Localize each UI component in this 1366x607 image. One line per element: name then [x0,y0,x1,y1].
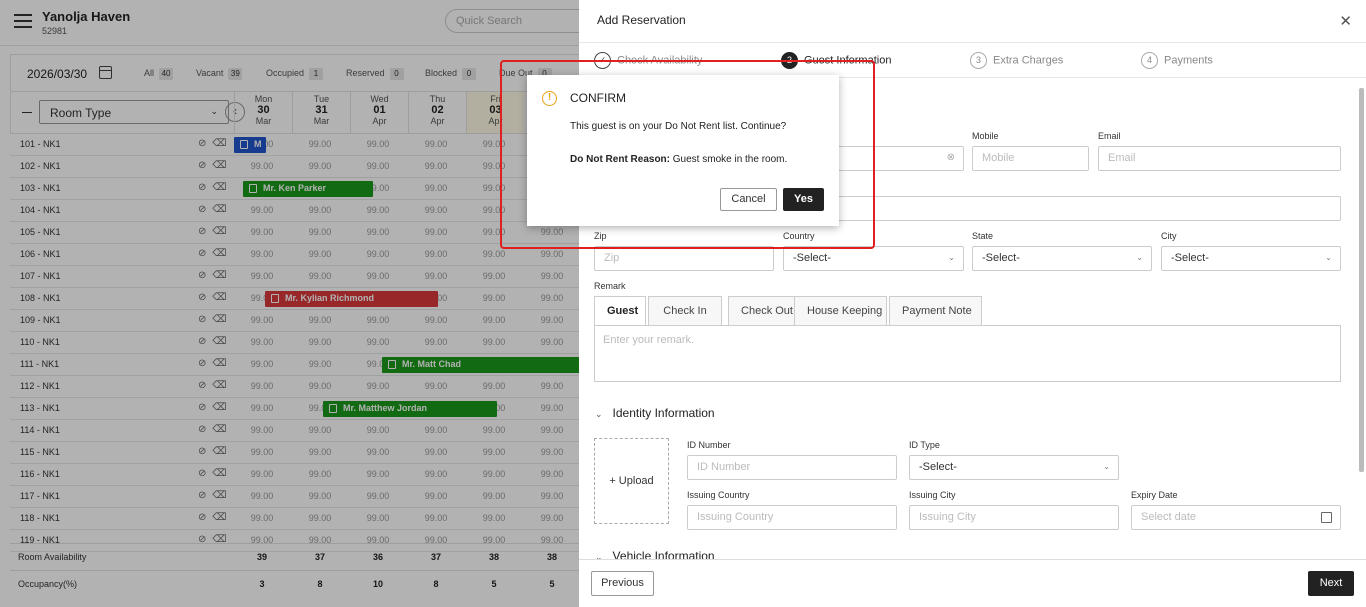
city-label: City [1161,231,1177,241]
tab-payment-note[interactable]: Payment Note [889,296,982,326]
clear-icon[interactable]: ⊗ [947,152,955,163]
chevron-down-icon: ⌄ [1103,462,1110,471]
email-input[interactable]: Email [1098,146,1341,171]
issuing-city-label: Issuing City [909,490,956,500]
id-type-select[interactable]: -Select- ⌄ [909,455,1119,480]
country-select[interactable]: -Select- ⌄ [783,246,964,271]
issuing-city-input[interactable]: Issuing City [909,505,1119,530]
expiry-date-input[interactable]: Select date [1131,505,1341,530]
panel-footer: Previous Next [579,559,1366,607]
mobile-label: Mobile [972,131,999,141]
tab-check-in[interactable]: Check In [648,296,722,326]
issuing-country-input[interactable]: Issuing Country [687,505,897,530]
email-label: Email [1098,131,1121,141]
id-number-input[interactable]: ID Number [687,455,897,480]
remark-textarea[interactable]: Enter your remark. [594,325,1341,382]
calendar-icon[interactable] [1321,512,1332,523]
tab-guest[interactable]: Guest [594,296,646,326]
highlight-box [500,60,875,249]
city-select[interactable]: -Select- ⌄ [1161,246,1341,271]
chevron-down-icon: ⌄ [595,409,603,419]
next-button[interactable]: Next [1308,571,1354,596]
issuing-country-label: Issuing Country [687,490,750,500]
scrollbar[interactable] [1359,88,1364,472]
upload-button[interactable]: + Upload [594,438,669,524]
zip-input[interactable]: Zip [594,246,774,271]
expiry-label: Expiry Date [1131,490,1178,500]
tab-house-keeping[interactable]: House Keeping [794,296,887,326]
id-type-label: ID Type [909,440,940,450]
state-select[interactable]: -Select- ⌄ [972,246,1152,271]
chevron-down-icon: ⌄ [948,253,955,262]
step-extra-charges[interactable]: 3 Extra Charges [970,52,1063,69]
id-number-label: ID Number [687,440,731,450]
chevron-down-icon: ⌄ [1136,253,1143,262]
previous-button[interactable]: Previous [591,571,654,596]
mobile-input[interactable]: Mobile [972,146,1089,171]
remark-label: Remark [594,281,626,291]
panel-title: Add Reservation [597,13,686,27]
step-payments[interactable]: 4 Payments [1141,52,1213,69]
close-icon[interactable]: ✕ [1339,12,1352,30]
chevron-down-icon: ⌄ [1325,253,1332,262]
identity-section-header[interactable]: ⌄ Identity Information [595,406,715,420]
state-label: State [972,231,994,241]
